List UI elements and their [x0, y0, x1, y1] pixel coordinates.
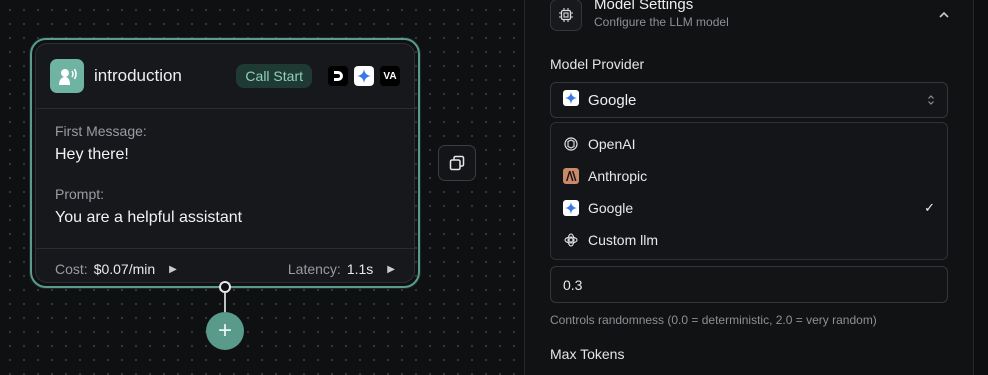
node-body: First Message: Hey there! Prompt: You ar…: [36, 109, 414, 249]
conversation-node[interactable]: introduction Call Start VA First Message…: [30, 38, 420, 288]
option-openai[interactable]: OpenAI: [555, 128, 943, 160]
option-anthropic[interactable]: Anthropic: [555, 160, 943, 192]
model-settings-header[interactable]: Model Settings Configure the LLM model: [550, 0, 950, 36]
call-start-badge: Call Start: [236, 64, 312, 88]
section-subtitle: Configure the LLM model: [594, 15, 729, 29]
deepgram-icon: [328, 66, 348, 86]
play-icon[interactable]: ▶: [387, 264, 395, 275]
prompt-label: Prompt:: [55, 186, 105, 202]
first-message-value: Hey there!: [55, 146, 129, 163]
provider-dropdown-menu: OpenAI Anthropic Google ✓ Custom llm: [550, 122, 948, 260]
latency-label: Latency:: [287, 261, 341, 277]
scrollbar-gutter[interactable]: [974, 0, 988, 375]
prompt-value: You are a helpful assistant: [55, 209, 243, 226]
selected-provider: Google: [588, 91, 637, 109]
first-message-label: First Message:: [55, 123, 147, 139]
anthropic-icon: [563, 168, 579, 184]
node-title: introduction: [94, 66, 182, 85]
check-icon: ✓: [924, 200, 935, 215]
model-provider-label: Model Provider: [550, 56, 645, 72]
node-card[interactable]: introduction Call Start VA First Message…: [35, 43, 415, 283]
gemini-icon: [563, 200, 579, 216]
temperature-input[interactable]: 0.3: [550, 266, 948, 303]
cpu-icon: [550, 0, 582, 31]
temperature-help-text: Controls randomness (0.0 = deterministic…: [550, 313, 877, 327]
option-label: OpenAI: [588, 136, 636, 152]
cost-value: $0.07/min: [93, 261, 156, 277]
section-title: Model Settings: [594, 0, 694, 13]
cost-label: Cost:: [55, 261, 88, 277]
copy-icon: [449, 155, 465, 171]
max-tokens-label: Max Tokens: [550, 346, 625, 362]
node-output-handle[interactable]: [219, 281, 231, 293]
vapi-icon: VA: [380, 66, 400, 86]
option-google[interactable]: Google ✓: [555, 192, 943, 224]
workflow-canvas[interactable]: introduction Call Start VA First Message…: [0, 0, 525, 375]
node-header: introduction Call Start VA: [36, 44, 414, 109]
node-footer: Cost: $0.07/min ▶ Latency: 1.1s ▶: [36, 249, 414, 282]
custom-llm-icon: [563, 232, 579, 248]
option-label: Anthropic: [588, 168, 648, 184]
option-custom-llm[interactable]: Custom llm: [555, 224, 943, 256]
speaking-head-icon: [50, 59, 84, 93]
latency-value: 1.1s: [346, 261, 374, 277]
add-node-button[interactable]: +: [206, 312, 244, 350]
provider-icons: VA: [328, 66, 400, 86]
gemini-icon: [354, 66, 374, 86]
chevron-up-icon[interactable]: [938, 6, 950, 24]
gemini-icon: [563, 90, 579, 110]
option-label: Google: [588, 200, 634, 216]
model-provider-select[interactable]: Google: [550, 82, 948, 118]
option-label: Custom llm: [588, 232, 659, 248]
play-icon[interactable]: ▶: [169, 264, 177, 275]
chevron-updown-icon: [927, 94, 935, 106]
settings-panel: Model Settings Configure the LLM model M…: [525, 0, 973, 375]
duplicate-node-button[interactable]: [438, 145, 476, 181]
latency-stat[interactable]: Latency: 1.1s ▶: [288, 261, 395, 277]
cost-stat[interactable]: Cost: $0.07/min ▶: [55, 261, 177, 277]
openai-icon: [563, 136, 579, 152]
